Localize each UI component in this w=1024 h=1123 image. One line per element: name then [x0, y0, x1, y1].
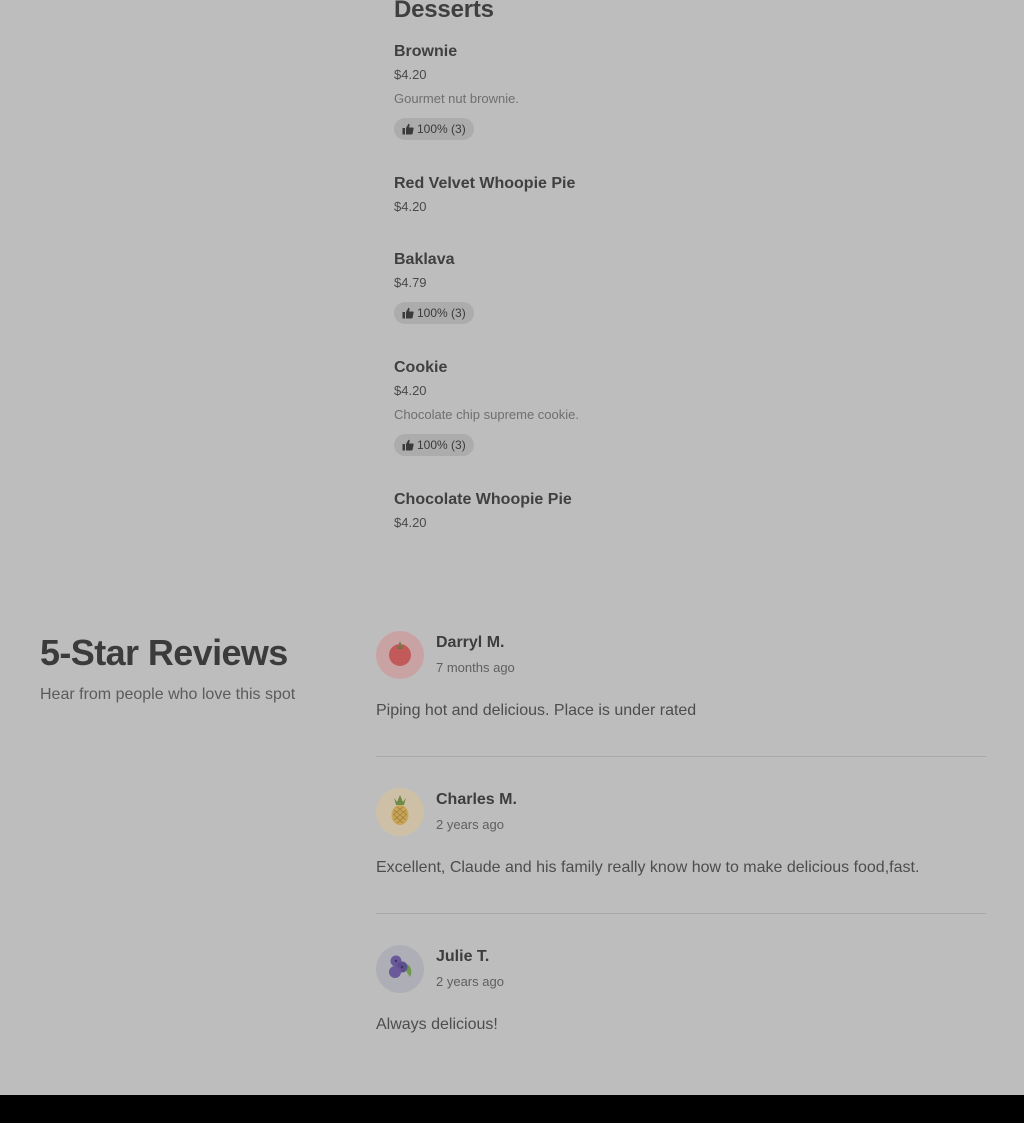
review-card: Darryl M. 7 months ago Piping hot and de…	[376, 630, 986, 787]
divider	[376, 756, 986, 757]
item-price: $4.20	[394, 67, 427, 82]
rating-badge: 100% (3)	[394, 302, 474, 324]
menu-item-cookie[interactable]: Cookie $4.20 Chocolate chip supreme cook…	[394, 358, 954, 456]
review-date: 7 months ago	[436, 660, 515, 675]
item-description: Chocolate chip supreme cookie.	[394, 407, 579, 422]
menu-item-brownie[interactable]: Brownie $4.20 Gourmet nut brownie. 100% …	[394, 42, 954, 140]
item-name: Baklava	[394, 251, 455, 268]
reviewer-name: Julie T.	[436, 948, 490, 965]
reviewer-name: Darryl M.	[436, 634, 505, 651]
thumbs-up-icon	[402, 307, 414, 319]
blueberries-icon	[385, 952, 415, 987]
thumbs-up-icon	[402, 439, 414, 451]
menu-item-baklava[interactable]: Baklava $4.79 100% (3)	[394, 250, 954, 324]
section-title: Desserts	[394, 0, 494, 23]
tomato-icon	[386, 639, 414, 672]
item-price: $4.20	[394, 199, 427, 214]
review-text: Excellent, Claude and his family really …	[376, 859, 920, 876]
item-name: Brownie	[394, 43, 458, 60]
rating-text: 100% (3)	[417, 438, 466, 452]
item-name: Red Velvet Whoopie Pie	[394, 175, 576, 192]
item-price: $4.20	[394, 515, 427, 530]
reviews-header: 5-Star Reviews Hear from people who love…	[40, 630, 340, 704]
rating-text: 100% (3)	[417, 122, 466, 136]
thumbs-up-icon	[402, 123, 414, 135]
menu-item-chocolate-whoopie-pie[interactable]: Chocolate Whoopie Pie $4.20	[394, 490, 954, 531]
divider	[376, 913, 986, 914]
review-card: Julie T. 2 years ago Always delicious!	[376, 944, 986, 1101]
reviewer-name: Charles M.	[436, 791, 517, 808]
reviews-subtitle: Hear from people who love this spot	[40, 686, 296, 703]
review-text: Always delicious!	[376, 1016, 498, 1033]
item-price: $4.79	[394, 275, 427, 290]
review-card: Charles M. 2 years ago Excellent, Claude…	[376, 787, 986, 944]
menu-item-red-velvet-whoopie-pie[interactable]: Red Velvet Whoopie Pie $4.20	[394, 174, 954, 215]
avatar	[376, 631, 424, 679]
item-price: $4.20	[394, 383, 427, 398]
item-name: Chocolate Whoopie Pie	[394, 491, 572, 508]
rating-text: 100% (3)	[417, 306, 466, 320]
rating-badge: 100% (3)	[394, 118, 474, 140]
avatar	[376, 945, 424, 993]
item-description: Gourmet nut brownie.	[394, 91, 520, 106]
rating-badge: 100% (3)	[394, 434, 474, 456]
review-text: Piping hot and delicious. Place is under…	[376, 702, 697, 719]
pineapple-icon	[386, 793, 414, 832]
item-name: Cookie	[394, 359, 448, 376]
avatar	[376, 788, 424, 836]
reviews-title: 5-Star Reviews	[40, 632, 288, 673]
footer-bar	[0, 1095, 1024, 1123]
review-date: 2 years ago	[436, 974, 504, 989]
review-date: 2 years ago	[436, 817, 504, 832]
